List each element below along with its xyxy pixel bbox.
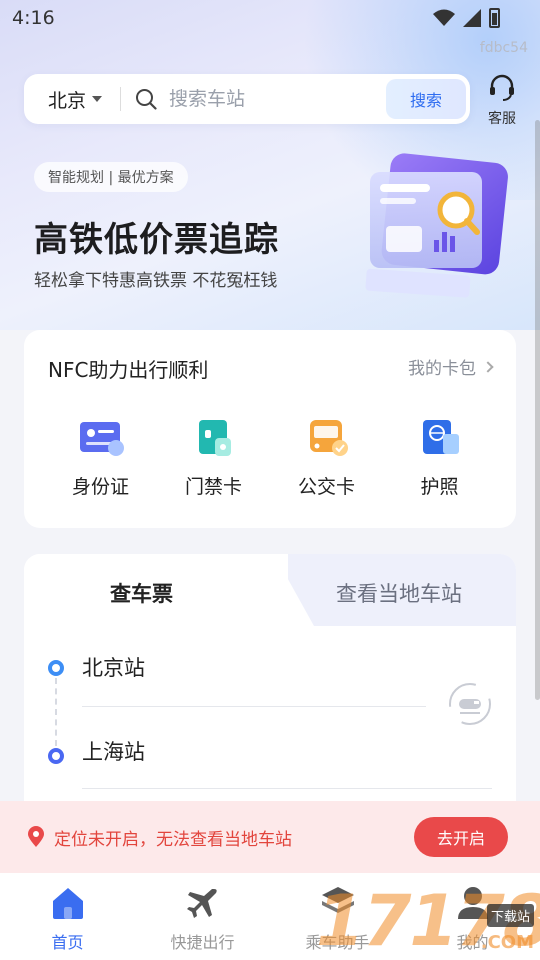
banner-subtitle: 轻松拿下特惠高铁票 不花冤枉钱 <box>34 271 278 291</box>
nfc-label: 门禁卡 <box>184 476 242 498</box>
nav-label: 快捷出行 <box>170 933 235 952</box>
nfc-label: 身份证 <box>71 476 129 498</box>
service-label: 客服 <box>488 111 516 127</box>
nav-home[interactable]: 首页 <box>0 873 135 960</box>
destination-dot <box>48 748 64 764</box>
city-label: 北京 <box>48 89 87 112</box>
status-bar: 4:16 <box>0 0 540 36</box>
access-card-icon <box>198 420 231 456</box>
location-notice-text: 定位未开启，无法查看当地车站 <box>54 829 292 850</box>
nfc-item-passport[interactable]: 护照 <box>383 418 496 499</box>
nfc-label: 公交卡 <box>297 476 355 498</box>
location-pin-icon <box>28 826 44 847</box>
nav-profile[interactable]: 我的 <box>405 873 540 960</box>
divider <box>82 706 426 707</box>
nav-quick-travel[interactable]: 快捷出行 <box>135 873 270 960</box>
nfc-title: NFC助力出行顺利 <box>48 358 209 382</box>
banner-title[interactable]: 高铁低价票追踪 <box>34 212 279 261</box>
divider <box>120 87 122 111</box>
id-card-icon <box>79 422 124 456</box>
nfc-item-bus-card[interactable]: 公交卡 <box>270 418 383 499</box>
nfc-card: NFC助力出行顺利 我的卡包 身份证 门禁卡 公交卡 护照 <box>24 330 516 528</box>
status-icons <box>433 8 500 28</box>
airplane-icon <box>186 889 217 918</box>
destination-station[interactable]: 上海站 <box>82 736 145 766</box>
tab-local-stations[interactable]: 查看当地车站 <box>336 578 462 608</box>
customer-service-button[interactable]: 客服 <box>484 74 520 128</box>
city-selector[interactable]: 北京 <box>48 86 103 113</box>
search-icon <box>136 89 157 110</box>
location-notice: 定位未开启，无法查看当地车站 去开启 <box>0 801 540 873</box>
search-bar: 北京 搜索 <box>24 74 470 124</box>
swap-stations-icon[interactable] <box>448 682 492 726</box>
tab-query-tickets[interactable]: 查车票 <box>110 578 173 608</box>
enable-location-button[interactable]: 去开启 <box>414 817 508 857</box>
nav-label: 我的 <box>456 933 489 952</box>
bus-card-icon <box>309 420 348 456</box>
nfc-item-access-card[interactable]: 门禁卡 <box>157 418 270 499</box>
nav-label: 首页 <box>51 933 84 952</box>
divider <box>82 788 492 789</box>
route-line <box>55 678 57 746</box>
banner-tag: 智能规划 | 最优方案 <box>34 162 188 192</box>
status-time: 4:16 <box>12 7 55 29</box>
nfc-items: 身份证 门禁卡 公交卡 护照 <box>24 418 516 499</box>
caret-down-icon <box>92 96 103 102</box>
home-icon <box>52 888 83 919</box>
wifi-icon <box>433 9 455 26</box>
search-input[interactable] <box>169 88 360 110</box>
my-wallet-link[interactable]: 我的卡包 <box>408 354 494 379</box>
nfc-item-id-card[interactable]: 身份证 <box>44 418 157 499</box>
nfc-label: 护照 <box>420 476 459 498</box>
battery-icon <box>489 8 500 28</box>
my-wallet-label: 我的卡包 <box>408 359 476 379</box>
layers-icon <box>321 887 354 913</box>
user-icon <box>457 887 488 919</box>
nav-label: 乘车助手 <box>305 933 370 952</box>
signal-icon <box>463 9 481 27</box>
passport-icon <box>422 420 459 454</box>
ticket-tracking-illustration <box>365 153 508 298</box>
headset-icon <box>490 74 514 101</box>
chevron-right-icon <box>482 360 494 373</box>
bottom-nav: 首页 快捷出行 乘车助手 我的 <box>0 873 540 960</box>
scrollbar[interactable] <box>535 120 540 700</box>
search-button[interactable]: 搜索 <box>386 79 466 119</box>
nav-ride-assistant[interactable]: 乘车助手 <box>270 873 405 960</box>
origin-station[interactable]: 北京站 <box>82 652 145 682</box>
origin-dot <box>48 660 64 676</box>
device-id: fdbc54 <box>479 40 528 56</box>
